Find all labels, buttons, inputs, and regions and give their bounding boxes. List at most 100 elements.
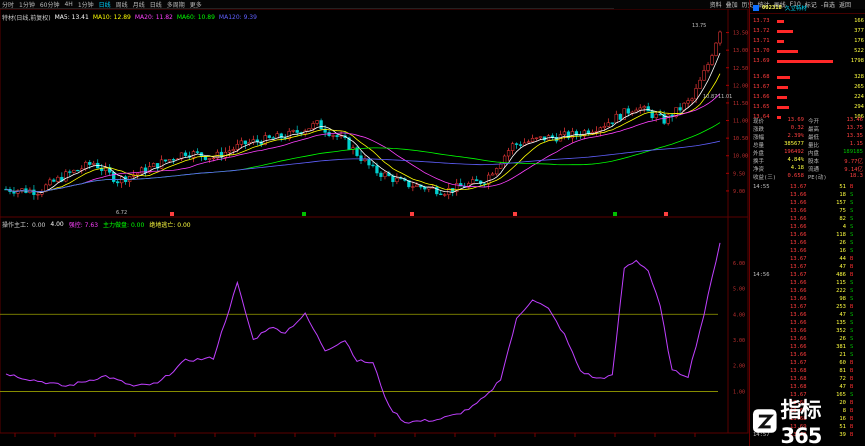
sub-name-label: 操作主工：0.00 <box>2 221 46 229</box>
period-tab-10[interactable]: 更多 <box>190 0 202 9</box>
trade-row: 13.66 4 S <box>750 224 865 232</box>
trade-side: B <box>850 272 854 278</box>
function-button-1[interactable]: 叠加 <box>726 0 738 9</box>
trade-side: B <box>850 384 854 390</box>
trade-volume: 21 <box>839 352 846 358</box>
trade-volume: 381 <box>836 344 846 350</box>
trade-price: 13.66 <box>790 312 807 318</box>
period-tab-1[interactable]: 1分钟 <box>19 0 35 9</box>
candle-body <box>335 135 339 137</box>
candle-body <box>243 140 247 145</box>
candle-body <box>638 107 642 111</box>
stock-code: 002318 <box>762 5 782 11</box>
candle-body <box>698 79 702 89</box>
candle-body <box>88 162 92 165</box>
stat-value: 189185 <box>843 149 863 155</box>
candle-body <box>379 172 383 177</box>
sub-v3-label: 主力做盘: 0.00 <box>103 221 145 229</box>
period-tab-6[interactable]: 周线 <box>116 0 128 9</box>
candle-body <box>642 106 646 109</box>
orderbook-price: 13.71 <box>753 38 770 44</box>
candle-body <box>207 158 212 160</box>
stock-header[interactable]: 002318 久立特材 <box>750 3 865 14</box>
candle-body <box>56 176 60 182</box>
trade-side: B <box>850 376 854 382</box>
candle-body <box>195 151 200 153</box>
stat-value: 196492 <box>784 149 804 155</box>
candle-body <box>471 179 475 184</box>
sub-v1-label: 4.00 <box>50 220 64 228</box>
candle-body <box>626 108 630 114</box>
price-axis-label: 9.50 <box>733 171 745 177</box>
candle-body <box>48 179 52 186</box>
candle-body <box>550 135 555 138</box>
candle-body <box>475 179 479 182</box>
trade-price: 13.66 <box>790 280 807 286</box>
trade-row: 13.68 81 B <box>750 368 865 376</box>
trade-volume: 82 <box>839 216 846 222</box>
candle-body <box>223 151 228 158</box>
candle-body <box>562 131 567 135</box>
candle-body <box>367 158 371 166</box>
candle-body <box>227 150 232 153</box>
period-tab-9[interactable]: 多周期 <box>167 0 185 9</box>
chart-title: 特材(日线,前复权) <box>2 14 51 22</box>
orderbook-bar <box>777 40 784 43</box>
period-tab-0[interactable]: 分时 <box>2 0 14 9</box>
trade-row: 13.66 21 S <box>750 352 865 360</box>
stat-value: 1.15 <box>849 141 863 147</box>
candle-body <box>506 150 511 157</box>
candle-body <box>52 179 56 182</box>
ma10-label: MA10: 12.89 <box>92 13 131 21</box>
candle-body <box>439 193 443 195</box>
trade-volume: 51 <box>839 184 846 190</box>
sub-axis-label: 3.00 <box>733 338 745 344</box>
trade-row: 13.67 60 B <box>750 360 865 368</box>
period-tab-8[interactable]: 日线 <box>150 0 162 9</box>
trade-volume: 72 <box>839 376 846 382</box>
period-tab-4[interactable]: 1分钟 <box>78 0 94 9</box>
candle-body <box>267 135 271 138</box>
candle-body <box>92 162 96 165</box>
orderbook-row: 13.72 377 <box>750 27 865 36</box>
orderbook-price: 13.70 <box>753 48 770 54</box>
trade-row: 13.66 16 S <box>750 248 865 256</box>
stat-label: 最低 <box>808 135 820 141</box>
price-axis-label: 12.00 <box>733 83 748 89</box>
period-tab-7[interactable]: 月线 <box>133 0 145 9</box>
period-tab-3[interactable]: 4H <box>64 1 72 8</box>
function-button-0[interactable]: 资料 <box>710 0 722 9</box>
trade-side: S <box>850 328 854 334</box>
orderbook-volume: 377 <box>854 28 864 34</box>
trade-volume: 26 <box>839 240 846 246</box>
orderbook-row: 13.69 1798 <box>750 57 865 66</box>
stat-label: 内盘 <box>808 151 820 157</box>
orderbook-bar <box>777 20 784 23</box>
trade-row: 13.66 222 S <box>750 288 865 296</box>
candle-body <box>191 151 196 158</box>
trade-price: 13.67 <box>790 272 807 278</box>
sub-axis-label: 4.00 <box>733 312 745 318</box>
trade-volume: 44 <box>839 256 846 262</box>
trade-volume: 26 <box>839 336 846 342</box>
period-tab-5[interactable]: 日线 <box>99 0 111 9</box>
price-axis-label: 13.50 <box>733 31 748 37</box>
price-axis-label: 11.50 <box>733 101 748 107</box>
orderbook-volume: 176 <box>854 38 864 44</box>
candle-body <box>375 165 379 174</box>
trade-volume: 47 <box>839 312 846 318</box>
candle-body <box>116 181 120 184</box>
stat-label: PE(动) <box>808 175 827 181</box>
watermark: 指标365 <box>752 398 860 446</box>
candle-body <box>64 171 68 182</box>
trade-price: 13.68 <box>790 376 807 382</box>
trade-side: S <box>850 280 854 286</box>
trade-side: S <box>850 352 854 358</box>
trade-side: B <box>850 360 854 366</box>
orderbook-volume: 1798 <box>850 58 864 64</box>
candle-body <box>311 123 315 129</box>
period-tab-2[interactable]: 60分钟 <box>40 0 60 9</box>
candle-body <box>211 157 216 160</box>
candle-body <box>371 164 375 167</box>
trade-row: 14:55 13.67 51 B <box>750 184 865 192</box>
